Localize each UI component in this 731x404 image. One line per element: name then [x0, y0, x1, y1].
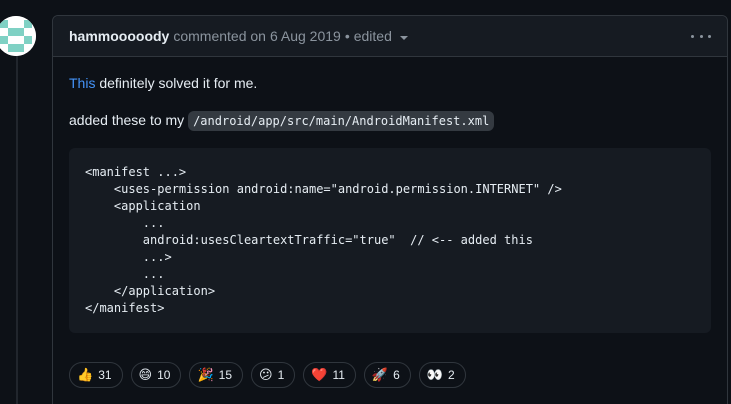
reactions-bar: 👍 31 😄 10 🎉 15 😕 1 ❤️ 11 🚀 6 👀 2 — [69, 362, 466, 388]
code-block: <manifest ...> <uses-permission android:… — [69, 148, 711, 333]
paragraph-2-text: added these to my — [69, 112, 189, 128]
caret-down-icon — [399, 35, 408, 40]
comment-date[interactable]: 6 Aug 2019 — [270, 28, 341, 44]
reaction-count: 15 — [218, 368, 233, 382]
reaction-hooray[interactable]: 🎉 15 — [189, 362, 244, 388]
paragraph-1-text: definitely solved it for me. — [95, 75, 258, 91]
paragraph-1: This definitely solved it for me. — [69, 73, 711, 94]
confused-icon: 😕 — [259, 367, 273, 383]
reaction-count: 11 — [332, 368, 345, 382]
reaction-count: 2 — [447, 368, 455, 382]
page: hammooooody commented on 6 Aug 2019 • ed… — [0, 0, 731, 404]
heart-icon: ❤️ — [311, 367, 328, 383]
reaction-count: 31 — [98, 368, 112, 382]
comment-header: hammooooody commented on 6 Aug 2019 • ed… — [53, 16, 727, 57]
this-link[interactable]: This — [69, 75, 95, 91]
reaction-count: 10 — [157, 368, 171, 382]
manifest-path-code: /android/app/src/main/AndroidManifest.xm… — [188, 111, 495, 131]
reaction-eyes[interactable]: 👀 2 — [418, 362, 466, 388]
kebab-dot — [699, 34, 703, 38]
more-options-button[interactable] — [691, 28, 711, 44]
meta-separator: • — [344, 28, 350, 44]
rocket-icon: 🚀 — [371, 367, 389, 383]
edited-label: edited — [353, 28, 392, 44]
comment-body: This definitely solved it for me. added … — [53, 57, 727, 333]
identicon-avatar-icon — [0, 16, 36, 56]
paragraph-2: added these to my /android/app/src/main/… — [69, 110, 711, 132]
kebab-horizontal-icon — [691, 34, 694, 38]
author-link[interactable]: hammooooody — [69, 28, 169, 44]
comment-action: commented on — [173, 28, 266, 44]
reaction-confused[interactable]: 😕 1 — [251, 362, 296, 388]
edited-dropdown[interactable]: edited — [354, 28, 408, 44]
hooray-icon: 🎉 — [197, 367, 214, 383]
avatar[interactable] — [0, 16, 36, 56]
thumbs-up-icon: 👍 — [77, 367, 94, 383]
reaction-heart[interactable]: ❤️ 11 — [303, 362, 356, 388]
reaction-count: 6 — [393, 368, 400, 382]
comment-box: hammooooody commented on 6 Aug 2019 • ed… — [52, 15, 728, 404]
reaction-count: 1 — [277, 368, 285, 382]
eyes-icon: 👀 — [426, 367, 443, 383]
reaction-rocket[interactable]: 🚀 6 — [363, 362, 411, 388]
kebab-dot — [708, 34, 711, 38]
reaction-thumbs-up[interactable]: 👍 31 — [69, 362, 123, 388]
laugh-icon: 😄 — [138, 367, 153, 383]
reaction-laugh[interactable]: 😄 10 — [130, 362, 182, 388]
timeline-line — [16, 56, 18, 404]
